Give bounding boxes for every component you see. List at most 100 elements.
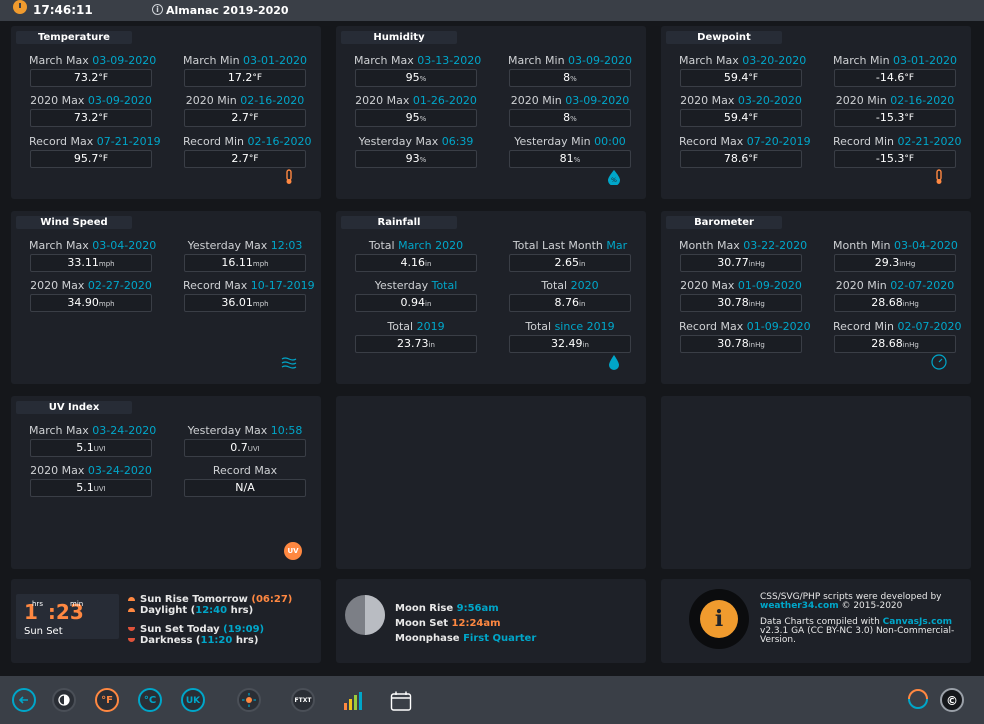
stat-value: 78.6°F bbox=[680, 150, 802, 168]
svg-text:%: % bbox=[611, 177, 617, 184]
stat-value: 5.1UVI bbox=[30, 479, 152, 497]
rainfall-card: Rainfall Total March 2020 4.16in Total Las… bbox=[336, 211, 646, 384]
stat-cell: 2020 Max 03-20-2020 59.4°F bbox=[679, 94, 803, 127]
sunrise-tomorrow: Sun Rise Tomorrow (06:27) bbox=[128, 594, 292, 605]
stat-cell: Record Max 10-17-2019 36.01mph bbox=[183, 279, 315, 312]
card-title: Dewpoint bbox=[666, 31, 782, 44]
charts-button[interactable] bbox=[343, 692, 365, 710]
stat-label: March Min 03-01-2020 bbox=[833, 54, 957, 67]
credit-line: weather34.com © 2015-2020 bbox=[760, 601, 903, 611]
refresh-button[interactable] bbox=[907, 688, 929, 710]
sunrise-icon bbox=[128, 608, 135, 612]
thermometer-icon bbox=[936, 169, 942, 184]
uk-units-button[interactable]: UK bbox=[181, 688, 205, 712]
calendar-icon bbox=[390, 691, 412, 711]
stat-value: 16.11mph bbox=[184, 254, 306, 272]
stat-cell: 2020 Min 03-09-2020 8% bbox=[508, 94, 632, 127]
alert-icon[interactable] bbox=[13, 0, 27, 14]
stat-value: 5.1UVI bbox=[30, 439, 152, 457]
stat-value: 2.7°F bbox=[184, 109, 306, 127]
barometer-card: Barometer Month Max 03-22-2020 30.77inHg M… bbox=[661, 211, 971, 384]
sun-card: 1:23 hrs min Sun Set Sun Rise Tomorrow (… bbox=[11, 579, 321, 663]
info-icon[interactable]: i bbox=[152, 4, 163, 15]
copyright-button[interactable]: © bbox=[940, 688, 964, 712]
credits-card: i CSS/SVG/PHP scripts were developed by … bbox=[661, 579, 971, 663]
stat-label: Yesterday Max 12:03 bbox=[187, 239, 303, 252]
stat-label: Yesterday Max 10:58 bbox=[187, 424, 303, 437]
stat-cell: 2020 Min 02-07-2020 28.68inHg bbox=[833, 279, 957, 312]
stat-value: 23.73in bbox=[355, 335, 477, 353]
stat-cell: 2020 Min 02-16-2020 2.7°F bbox=[183, 94, 307, 127]
humidity-card: Humidity March Max 03-13-2020 95% March Mi… bbox=[336, 26, 646, 199]
stat-label: Record Min 02-21-2020 bbox=[833, 135, 962, 148]
stat-label: 2020 Max 02-27-2020 bbox=[30, 279, 152, 292]
stat-label: Yesterday Total bbox=[374, 279, 458, 292]
card-title: Temperature bbox=[16, 31, 132, 44]
stat-label: Total since 2019 bbox=[525, 320, 615, 333]
stat-cell: Record Max 01-09-2020 30.78inHg bbox=[679, 320, 811, 353]
stat-cell: Yesterday Max 12:03 16.11mph bbox=[183, 239, 307, 272]
stat-label: March Min 03-09-2020 bbox=[508, 54, 632, 67]
stat-cell: Total Last Month Mar 2.65in bbox=[508, 239, 632, 272]
back-button[interactable] bbox=[12, 688, 36, 712]
wind-speed-card: Wind Speed March Max 03-04-2020 33.11mph Y… bbox=[11, 211, 321, 384]
stat-value: 28.68inHg bbox=[834, 294, 956, 312]
fahrenheit-button[interactable]: °F bbox=[95, 688, 119, 712]
stat-label: Total 2020 bbox=[541, 279, 599, 292]
stat-label: 2020 Min 02-16-2020 bbox=[185, 94, 305, 107]
stat-cell: 2020 Min 02-16-2020 -15.3°F bbox=[833, 94, 957, 127]
stat-value: 17.2°F bbox=[184, 69, 306, 87]
stat-value: 32.49in bbox=[509, 335, 631, 353]
bar-chart-icon bbox=[344, 692, 362, 710]
stat-cell: Yesterday Min 00:00 81% bbox=[508, 135, 632, 168]
almanac-grid: Temperature March Max 03-09-2020 73.2°F Ma… bbox=[0, 21, 984, 676]
stat-cell: 2020 Max 01-26-2020 95% bbox=[354, 94, 478, 127]
stat-cell: Month Min 03-04-2020 29.3inHg bbox=[833, 239, 958, 272]
calendar-button[interactable] bbox=[390, 691, 412, 711]
stat-label: March Max 03-13-2020 bbox=[354, 54, 482, 67]
weather34-link[interactable]: weather34.com bbox=[760, 601, 839, 611]
sunset-icon bbox=[128, 638, 135, 642]
humidity-drop-icon: % bbox=[608, 170, 620, 185]
sun-settings-button[interactable] bbox=[237, 688, 261, 712]
stat-value: -15.3°F bbox=[834, 150, 956, 168]
stat-label: March Min 03-01-2020 bbox=[183, 54, 307, 67]
stat-value: 73.2°F bbox=[30, 69, 152, 87]
stat-value: 2.7°F bbox=[184, 150, 306, 168]
stat-value: 33.11mph bbox=[30, 254, 152, 272]
hours-unit: hrs bbox=[32, 600, 43, 608]
card-title: Rainfall bbox=[341, 216, 457, 229]
stat-value: 95% bbox=[355, 69, 477, 87]
stat-value: 36.01mph bbox=[184, 294, 306, 312]
stat-cell: Total March 2020 4.16in bbox=[354, 239, 478, 272]
card-title: Wind Speed bbox=[16, 216, 132, 229]
theme-toggle-button[interactable] bbox=[52, 688, 76, 712]
stat-cell: March Min 03-09-2020 8% bbox=[508, 54, 632, 87]
stat-label: Yesterday Min 00:00 bbox=[514, 135, 626, 148]
stat-cell: Record Max 07-21-2019 95.7°F bbox=[29, 135, 161, 168]
sun-icon bbox=[242, 693, 256, 707]
countdown-caption: Sun Set bbox=[24, 626, 63, 637]
text-forecast-button[interactable]: FTXT bbox=[291, 688, 315, 712]
stat-cell: March Max 03-04-2020 33.11mph bbox=[29, 239, 156, 272]
stat-label: Record Max 07-21-2019 bbox=[29, 135, 161, 148]
card-title: UV Index bbox=[16, 401, 132, 414]
celsius-button[interactable]: °C bbox=[138, 688, 162, 712]
stat-value: 34.90mph bbox=[30, 294, 152, 312]
stat-cell: Yesterday Total 0.94in bbox=[354, 279, 478, 312]
card-title: Barometer bbox=[666, 216, 782, 229]
minutes-unit: min bbox=[70, 600, 84, 608]
daylight: Daylight (12:40 hrs) bbox=[128, 605, 253, 616]
stat-value: 95.7°F bbox=[30, 150, 152, 168]
stat-value: -14.6°F bbox=[834, 69, 956, 87]
stat-value: 29.3inHg bbox=[834, 254, 956, 272]
sun-countdown: 1:23 hrs min Sun Set bbox=[16, 594, 119, 639]
sunrise-icon bbox=[128, 597, 135, 601]
bottom-toolbar: °F °C UK FTXT © bbox=[0, 676, 984, 724]
stat-cell: Record Max N/A bbox=[183, 464, 307, 497]
stat-cell: Record Min 02-07-2020 28.68inHg bbox=[833, 320, 961, 353]
stat-value: N/A bbox=[184, 479, 306, 497]
stat-cell: March Max 03-09-2020 73.2°F bbox=[29, 54, 156, 87]
copyright-icon: © bbox=[946, 694, 958, 708]
contrast-icon bbox=[58, 694, 70, 706]
